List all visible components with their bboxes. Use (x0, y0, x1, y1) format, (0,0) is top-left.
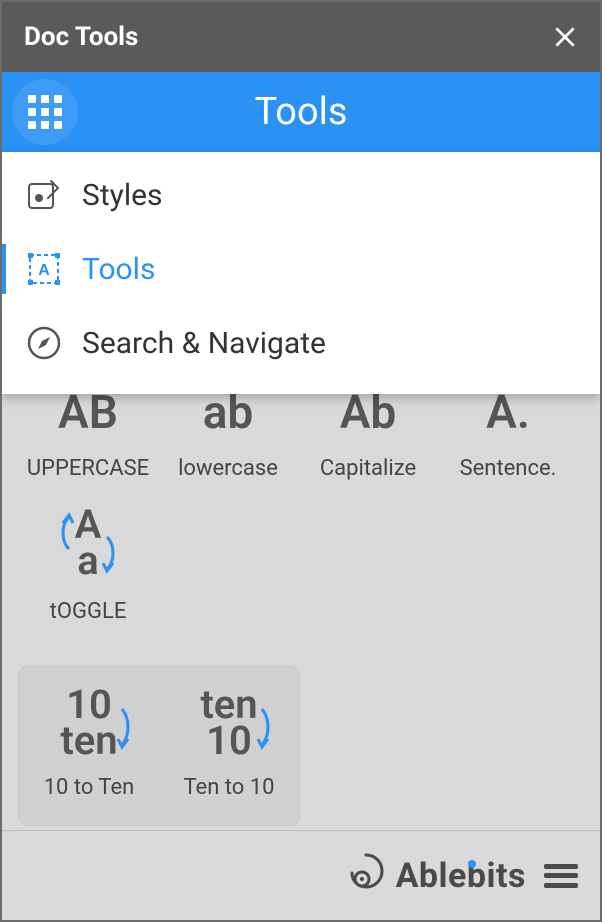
grid-icon (28, 95, 62, 129)
toggle-label: tOGGLE (50, 599, 127, 624)
toggle-sample: A a (75, 505, 102, 581)
num-sample: 10 ten (60, 685, 117, 761)
arrow-down-icon (256, 705, 274, 754)
capitalize-button[interactable]: Ab Capitalize (298, 390, 438, 480)
header: Tools (2, 72, 600, 152)
close-icon[interactable] (552, 24, 578, 50)
menu-item-styles[interactable]: Styles (2, 158, 600, 232)
sentence-button[interactable]: A. Sentence. (438, 390, 578, 480)
titlebar: Doc Tools (2, 2, 600, 72)
num-label: Ten to 10 (183, 775, 274, 800)
brand-dot-icon (468, 860, 476, 868)
num-label: 10 to Ten (44, 775, 135, 800)
compass-icon (24, 323, 64, 363)
ten-to-text-button[interactable]: 10 ten 10 to Ten (19, 677, 159, 807)
menu-button[interactable] (544, 861, 578, 891)
uppercase-sample: AB (58, 390, 118, 436)
footer: Ablebits (2, 830, 600, 920)
content-area: AB UPPERCASE ab lowercase Ab Capitalize … (2, 384, 600, 830)
lowercase-label: lowercase (178, 456, 278, 481)
tools-icon: A (24, 249, 64, 289)
lowercase-sample: ab (203, 390, 254, 436)
num-sample: ten 10 (200, 685, 257, 761)
uppercase-button[interactable]: AB UPPERCASE (18, 390, 158, 480)
capitalize-label: Capitalize (320, 456, 416, 481)
menu-item-tools[interactable]: A Tools (2, 232, 600, 306)
menu-label: Styles (82, 178, 163, 213)
sentence-label: Sentence. (460, 456, 557, 481)
toggle-case-button[interactable]: A a tOGGLE (18, 494, 158, 634)
brand-text: Ablebits (396, 856, 526, 896)
page-title: Tools (2, 90, 600, 134)
apps-menu: Styles A Tools Se (2, 152, 600, 394)
lowercase-button[interactable]: ab lowercase (158, 390, 298, 480)
styles-icon (24, 175, 64, 215)
arrow-down-icon (116, 705, 134, 754)
arrow-up-icon (57, 511, 75, 556)
menu-label: Tools (82, 252, 155, 287)
sentence-sample: A. (486, 390, 530, 436)
number-row: 10 ten 10 to Ten ten 10 (18, 666, 300, 826)
menu-item-search-navigate[interactable]: Search & Navigate (2, 306, 600, 380)
arrow-down-icon (101, 533, 119, 578)
svg-text:A: A (38, 262, 50, 279)
text-to-ten-button[interactable]: ten 10 Ten to 10 (159, 677, 299, 807)
apps-grid-button[interactable] (12, 79, 78, 145)
case-row: AB UPPERCASE ab lowercase Ab Capitalize … (18, 390, 584, 480)
toggle-row: A a tOGGLE (18, 494, 584, 652)
brand[interactable]: Ablebits (346, 851, 526, 900)
brand-icon (346, 851, 386, 900)
window-title: Doc Tools (24, 22, 138, 52)
capitalize-sample: Ab (340, 390, 397, 436)
menu-label: Search & Navigate (82, 326, 326, 361)
uppercase-label: UPPERCASE (27, 456, 149, 481)
